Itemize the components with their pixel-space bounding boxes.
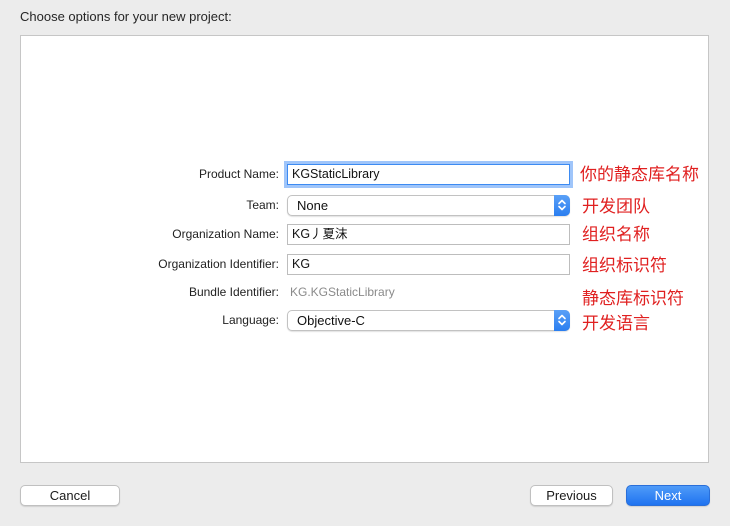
product-name-annotation: 你的静态库名称 (580, 165, 699, 185)
team-popup[interactable]: None (287, 195, 570, 216)
next-button[interactable]: Next (626, 485, 710, 506)
team-annotation: 开发团队 (582, 197, 650, 217)
product-name-label: Product Name: (198, 167, 279, 181)
options-panel (20, 35, 709, 463)
cancel-button[interactable]: Cancel (20, 485, 120, 506)
bundle-identifier-annotation: 静态库标识符 (582, 289, 684, 309)
language-label: Language: (222, 313, 279, 327)
organization-identifier-label: Organization Identifier: (158, 257, 279, 271)
organization-name-label: Organization Name: (172, 227, 279, 241)
bundle-identifier-label: Bundle Identifier: (188, 285, 279, 299)
organization-identifier-annotation: 组织标识符 (582, 256, 667, 276)
dialog-title: Choose options for your new project: (20, 9, 232, 24)
language-annotation: 开发语言 (582, 314, 650, 334)
team-label: Team: (246, 198, 279, 212)
team-popup-value: None (297, 198, 329, 213)
organization-name-annotation: 组织名称 (582, 225, 650, 245)
bundle-identifier-value: KG.KGStaticLibrary (290, 285, 395, 299)
previous-button[interactable]: Previous (530, 485, 613, 506)
language-popup-value: Objective-C (297, 313, 365, 328)
product-name-field[interactable]: KGStaticLibrary (287, 164, 570, 185)
chevron-up-down-icon (554, 195, 570, 216)
language-popup[interactable]: Objective-C (287, 310, 570, 331)
chevron-up-down-icon (554, 310, 570, 331)
organization-name-field[interactable]: KG丿夏沫 (287, 224, 570, 245)
organization-identifier-field[interactable]: KG (287, 254, 570, 275)
